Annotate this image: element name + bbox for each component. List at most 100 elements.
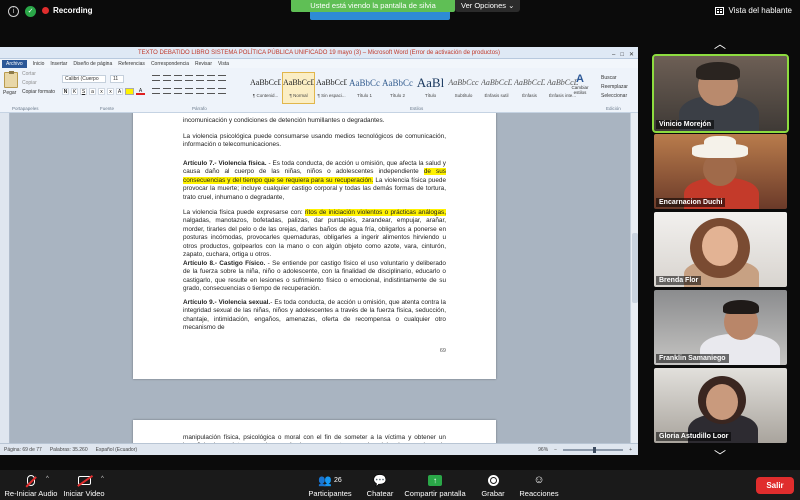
borders-icon[interactable]	[218, 88, 226, 94]
audio-button[interactable]: Re-Iniciar Audio	[4, 473, 58, 498]
font-group-label: Fuente	[100, 106, 115, 111]
document-area[interactable]: incomunicación y condiciones de detenció…	[0, 113, 638, 443]
align-center-icon[interactable]	[163, 88, 171, 94]
font-format-buttons: N K S a x x A A	[62, 88, 145, 95]
tab-inicio[interactable]: Inicio	[33, 61, 45, 67]
zoom-slider[interactable]	[563, 446, 624, 453]
tab-insertar[interactable]: Insertar	[50, 61, 67, 67]
reactions-button[interactable]: ☺ Reacciones	[518, 473, 560, 498]
participant-tile[interactable]: Vinicio Morejón	[652, 54, 789, 133]
style-titulo-2[interactable]: AaBbCcI Título 2	[381, 72, 414, 104]
decrease-indent-icon[interactable]	[185, 75, 193, 81]
shield-check-icon[interactable]: ✓	[25, 6, 36, 17]
paste-label[interactable]: Pegar	[3, 90, 16, 96]
select-button[interactable]: Seleccionar	[601, 92, 628, 101]
align-left-icon[interactable]	[152, 88, 160, 94]
page-number: 69	[439, 348, 446, 354]
font-size-select[interactable]: 11	[110, 75, 124, 83]
subscript-button[interactable]: x	[98, 88, 105, 95]
highlight-color-icon[interactable]	[125, 88, 134, 95]
scrollbar-thumb[interactable]	[632, 233, 638, 303]
strikethrough-button[interactable]: a	[89, 88, 96, 95]
style-normal[interactable]: AaBbCcDd ¶ Normal	[282, 72, 315, 104]
video-options-caret-icon[interactable]: ^	[101, 476, 104, 482]
participants-label: Participantes	[308, 489, 352, 498]
zoom-out-icon[interactable]: −	[554, 447, 557, 453]
paragraph: manipulación física, psicológica o moral…	[183, 434, 446, 443]
video-button[interactable]: Iniciar Video	[62, 473, 106, 498]
chat-label: Chatear	[366, 489, 394, 498]
underline-button[interactable]: S	[80, 88, 87, 95]
line-spacing-icon[interactable]	[196, 88, 204, 94]
align-right-icon[interactable]	[174, 88, 182, 94]
participant-tile[interactable]: Brenda Flor	[654, 212, 787, 287]
tab-archivo[interactable]: Archivo	[2, 59, 27, 68]
speaker-view-button[interactable]: Vista del hablante	[714, 6, 792, 15]
style-name: Énfasis	[522, 93, 537, 98]
font-name-select[interactable]: Calibri (Cuerpo	[62, 75, 106, 83]
style-titulo-1[interactable]: AaBbCc Título 1	[348, 72, 381, 104]
numbering-icon[interactable]	[163, 75, 171, 81]
record-icon	[487, 474, 499, 486]
justify-icon[interactable]	[185, 88, 193, 94]
style-enfasis[interactable]: AaBbCcDd Énfasis	[513, 72, 546, 104]
format-painter-button[interactable]: Copiar formato	[22, 89, 55, 95]
participant-tile[interactable]: Gloria Astudillo Loor	[654, 368, 787, 443]
page-count[interactable]: Página: 69 de 77	[4, 447, 42, 453]
recording-indicator[interactable]: Recording	[42, 6, 93, 15]
document-page[interactable]: incomunicación y condiciones de detenció…	[133, 113, 496, 379]
chat-button[interactable]: 💬 Chatear	[364, 473, 396, 499]
zoom-slider-thumb[interactable]	[593, 446, 597, 453]
tab-referencias[interactable]: Referencias	[118, 61, 145, 67]
find-button[interactable]: Buscar	[601, 74, 628, 83]
paragraph-text: La violencia física puede expresarse con…	[183, 209, 305, 216]
language[interactable]: Español (Ecuador)	[96, 447, 137, 453]
info-icon[interactable]: i	[8, 6, 19, 17]
participant-tile[interactable]: Franklin Samaniego	[654, 290, 787, 365]
show-marks-icon[interactable]	[218, 75, 226, 81]
text-effects-button[interactable]: A	[116, 88, 123, 95]
zoom-level[interactable]: 96%	[538, 447, 548, 453]
change-styles-button[interactable]: A Cambiar estilos	[569, 73, 591, 95]
style-subtitulo[interactable]: AaBbCcc Subtítulo	[447, 72, 480, 104]
vertical-scrollbar[interactable]	[630, 113, 638, 443]
chevron-up-icon[interactable]: ︿	[710, 38, 730, 50]
word-count[interactable]: Palabras: 35.260	[50, 447, 88, 453]
paragraph-text-cont: nalgadas, manotazos, bofetadas, palizas,…	[183, 217, 446, 259]
audio-label: Re-Iniciar Audio	[4, 489, 58, 498]
tab-vista[interactable]: Vista	[218, 61, 229, 67]
shading-icon[interactable]	[207, 88, 215, 94]
increase-indent-icon[interactable]	[196, 75, 204, 81]
share-screen-button[interactable]: ↑ Compartir pantalla	[404, 473, 466, 498]
view-options-button[interactable]: Ver Opciones ⌄	[455, 0, 521, 12]
tab-revisar[interactable]: Revisar	[195, 61, 212, 67]
superscript-button[interactable]: x	[107, 88, 114, 95]
multilevel-list-icon[interactable]	[174, 75, 182, 81]
copy-button[interactable]: Copiar	[22, 80, 37, 86]
zoom-in-icon[interactable]: +	[629, 447, 632, 453]
tab-correspondencia[interactable]: Correspondencia	[151, 61, 189, 67]
participant-tile[interactable]: Encarnacion Duchi	[654, 134, 787, 209]
share-screen-icon: ↑	[428, 474, 442, 486]
participants-button[interactable]: 👥 26 Participantes	[307, 473, 353, 499]
sort-icon[interactable]	[207, 75, 215, 81]
style-enfasis-sutil[interactable]: AaBbCcDd Énfasis sutil	[480, 72, 513, 104]
bullets-icon[interactable]	[152, 75, 160, 81]
tab-diseno-pagina[interactable]: Diseño de página	[73, 61, 112, 67]
leave-button[interactable]: Salir	[756, 477, 794, 494]
record-button[interactable]: Grabar	[478, 473, 508, 498]
italic-button[interactable]: K	[71, 88, 78, 95]
audio-options-caret-icon[interactable]: ^	[46, 476, 49, 482]
cut-button[interactable]: Cortar	[22, 71, 36, 77]
style-sin-espaciado[interactable]: AaBbCcDd ¶ Sin espaci...	[315, 72, 348, 104]
replace-button[interactable]: Reemplazar	[601, 83, 628, 92]
meeting-controls: Re-Iniciar Audio ^ Iniciar Video ^ 👥 26 P…	[0, 470, 800, 500]
bold-button[interactable]: N	[62, 88, 69, 95]
chevron-down-icon[interactable]: ﹀	[710, 450, 730, 462]
document-page[interactable]: manipulación física, psicológica o moral…	[133, 420, 496, 443]
style-titulo[interactable]: AaBl Título	[414, 72, 447, 104]
screen-share-banner: Usted está viendo la pantalla de silvia	[291, 0, 455, 12]
paste-icon[interactable]	[4, 71, 18, 88]
style-contenido[interactable]: AaBbCcDc ¶ Contenid...	[249, 72, 282, 104]
font-color-icon[interactable]: A	[136, 88, 145, 95]
